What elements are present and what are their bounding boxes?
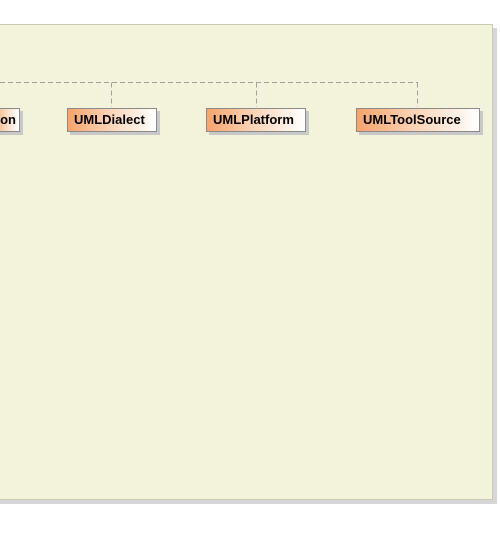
class-node-truncated[interactable]: on — [0, 108, 20, 132]
class-node-umltoolsource[interactable]: UMLToolSource — [356, 108, 480, 132]
class-node-umldialect[interactable]: UMLDialect — [67, 108, 157, 132]
class-node-umlplatform[interactable]: UMLPlatform — [206, 108, 306, 132]
diagram-canvas — [0, 24, 493, 500]
diagram-stage: on UMLDialect UMLPlatform UMLToolSource — [0, 0, 500, 544]
